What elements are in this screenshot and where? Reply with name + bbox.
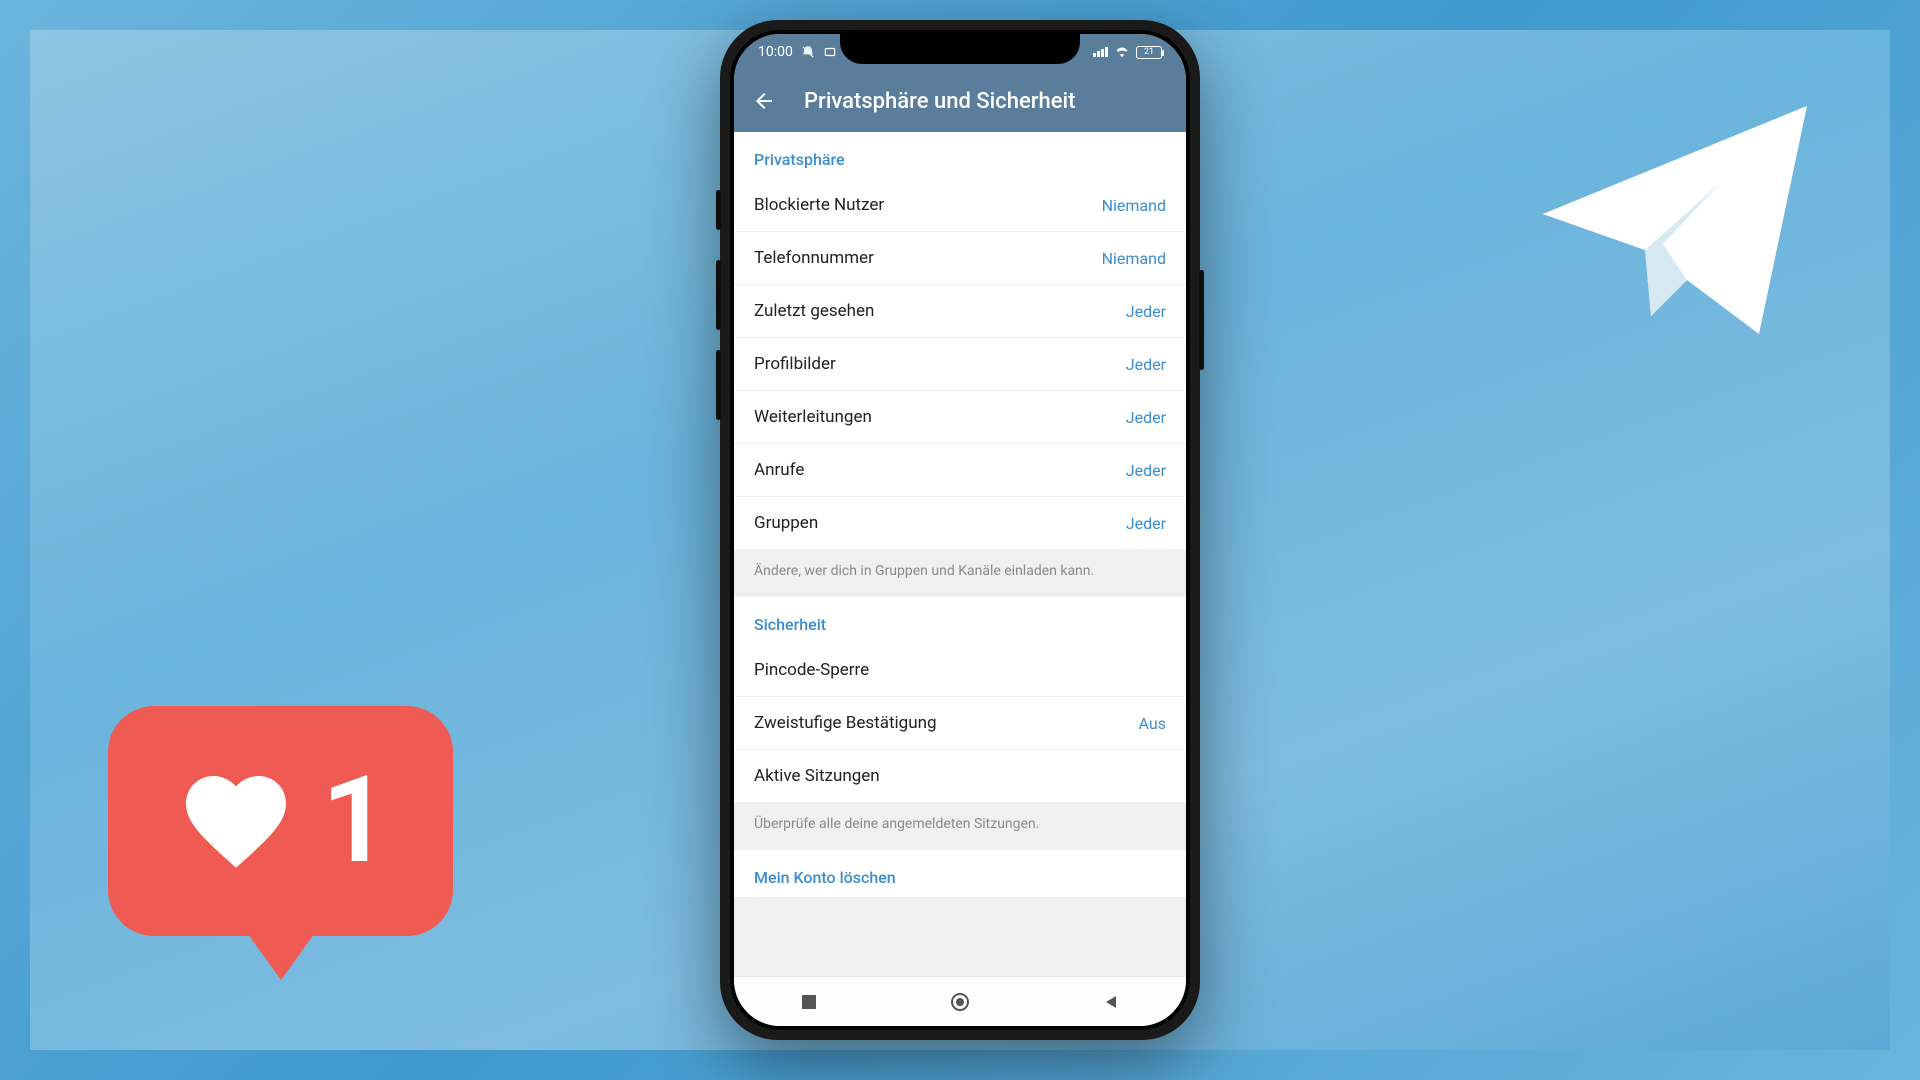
nav-back-button[interactable] xyxy=(1101,992,1121,1012)
circle-icon xyxy=(950,992,970,1012)
row-phone-number[interactable]: Telefonnummer Niemand xyxy=(734,232,1186,285)
phone-frame: 10:00 21 Privatsphäre und Sicherheit xyxy=(720,20,1200,1040)
row-label: Weiterleitungen xyxy=(754,407,872,427)
row-label: Gruppen xyxy=(754,513,818,533)
row-label: Profilbilder xyxy=(754,354,836,374)
row-forwards[interactable]: Weiterleitungen Jeder xyxy=(734,391,1186,444)
battery-icon: 21 xyxy=(1136,46,1162,59)
delete-section: Mein Konto löschen xyxy=(734,850,1186,897)
privacy-section-title: Privatsphäre xyxy=(734,132,1186,179)
security-section-title: Sicherheit xyxy=(734,597,1186,644)
nav-home-button[interactable] xyxy=(950,992,970,1012)
delete-section-title[interactable]: Mein Konto löschen xyxy=(734,850,1186,897)
heart-icon xyxy=(171,761,301,881)
signal-icon xyxy=(1093,47,1108,57)
like-notification-bubble: 1 xyxy=(108,706,453,936)
row-value: Jeder xyxy=(1126,514,1166,533)
square-icon xyxy=(801,994,817,1010)
android-nav-bar xyxy=(734,976,1186,1026)
row-value: Aus xyxy=(1139,714,1166,733)
row-blocked-users[interactable]: Blockierte Nutzer Niemand xyxy=(734,179,1186,232)
row-value: Niemand xyxy=(1102,249,1166,268)
arrow-left-icon xyxy=(752,89,776,113)
row-value: Jeder xyxy=(1126,408,1166,427)
phone-screen: 10:00 21 Privatsphäre und Sicherheit xyxy=(734,34,1186,1026)
row-value: Jeder xyxy=(1126,461,1166,480)
telegram-logo-icon xyxy=(1500,70,1850,370)
back-button[interactable] xyxy=(752,89,776,113)
settings-content[interactable]: Privatsphäre Blockierte Nutzer Niemand T… xyxy=(734,132,1186,976)
row-label: Zweistufige Bestätigung xyxy=(754,713,937,733)
like-count: 1 xyxy=(321,751,390,891)
row-value: Jeder xyxy=(1126,302,1166,321)
security-footer: Überprüfe alle deine angemeldeten Sitzun… xyxy=(734,802,1186,850)
row-calls[interactable]: Anrufe Jeder xyxy=(734,444,1186,497)
wifi-icon xyxy=(1114,46,1130,58)
mute-icon xyxy=(801,45,815,59)
status-time: 10:00 xyxy=(758,44,793,60)
row-two-step[interactable]: Zweistufige Bestätigung Aus xyxy=(734,697,1186,750)
row-label: Blockierte Nutzer xyxy=(754,195,884,215)
row-groups[interactable]: Gruppen Jeder xyxy=(734,497,1186,549)
card-icon xyxy=(823,45,837,59)
row-label: Telefonnummer xyxy=(754,248,874,268)
row-label: Pincode-Sperre xyxy=(754,660,869,680)
row-active-sessions[interactable]: Aktive Sitzungen xyxy=(734,750,1186,802)
header-title: Privatsphäre und Sicherheit xyxy=(804,89,1075,114)
privacy-section: Privatsphäre Blockierte Nutzer Niemand T… xyxy=(734,132,1186,549)
triangle-left-icon xyxy=(1103,994,1119,1010)
row-value: Jeder xyxy=(1126,355,1166,374)
privacy-footer: Ändere, wer dich in Gruppen und Kanäle e… xyxy=(734,549,1186,597)
row-label: Anrufe xyxy=(754,460,804,480)
row-label: Aktive Sitzungen xyxy=(754,766,880,786)
phone-notch xyxy=(840,30,1080,64)
row-value: Niemand xyxy=(1102,196,1166,215)
nav-recents-button[interactable] xyxy=(799,992,819,1012)
row-label: Zuletzt gesehen xyxy=(754,301,874,321)
row-last-seen[interactable]: Zuletzt gesehen Jeder xyxy=(734,285,1186,338)
security-section: Sicherheit Pincode-Sperre Zweistufige Be… xyxy=(734,597,1186,802)
row-passcode-lock[interactable]: Pincode-Sperre xyxy=(734,644,1186,697)
row-profile-photos[interactable]: Profilbilder Jeder xyxy=(734,338,1186,391)
app-header: Privatsphäre und Sicherheit xyxy=(734,70,1186,132)
